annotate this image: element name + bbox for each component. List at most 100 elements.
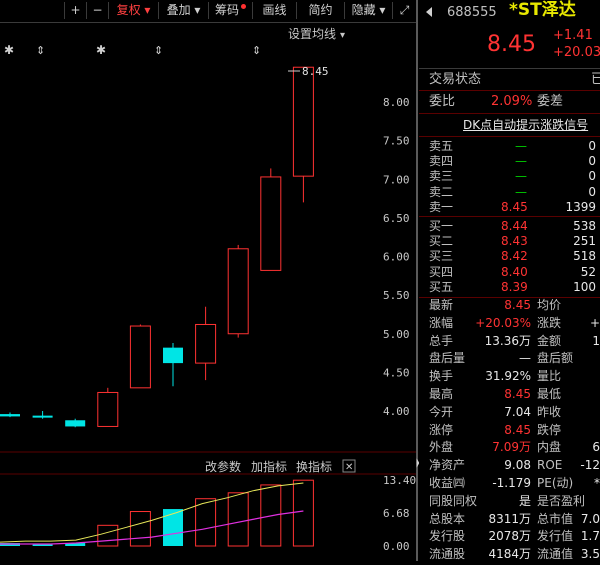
- weibi-value: 2.09%: [491, 94, 533, 109]
- event-star-icon[interactable]: ✱: [4, 43, 14, 57]
- change-params-button[interactable]: 改参数: [205, 459, 241, 474]
- event-arrow-icon[interactable]: ⇕: [154, 44, 163, 57]
- stat-value: 8.45: [504, 387, 531, 401]
- fullscreen-icon[interactable]: ⤢: [392, 2, 416, 19]
- chart-toolbar: + − 复权 ▾ 叠加 ▾ 筹码 画线 简约 隐藏 ▾ ⤢: [0, 0, 416, 23]
- prev-stock-icon[interactable]: [425, 6, 433, 18]
- trading-status-value: 已: [591, 72, 600, 87]
- candle-body: [97, 391, 119, 427]
- price-change-pct: +20.03: [553, 45, 600, 60]
- divider: [419, 216, 600, 217]
- dk-signal-link[interactable]: DK点自动提示涨跌信号: [463, 118, 588, 132]
- stat-value: 是: [518, 493, 531, 508]
- ma-settings-label[interactable]: 设置均线: [288, 27, 336, 41]
- volume-tick-label: 13.40: [383, 474, 416, 487]
- price-tick-label: 6.50: [383, 212, 410, 225]
- stat-label: 流通值: [537, 547, 574, 562]
- quote-panel: 688555 *ST泽达 8.45 +1.41 +20.03 交易状态 已 委比…: [419, 0, 600, 561]
- volume-tick-label: 6.68: [383, 507, 410, 520]
- ask-label: 卖五: [429, 139, 454, 153]
- stat-value: 7.0: [580, 511, 600, 526]
- switch-indicator-button[interactable]: 换指标: [296, 459, 332, 474]
- candle-body: [65, 420, 86, 427]
- stat-label: 金额: [537, 333, 562, 348]
- bid-label: 买一: [429, 219, 454, 233]
- stat-value: 7.04: [504, 404, 531, 419]
- stat-value: 31.92%: [485, 369, 531, 384]
- candles-group: [0, 66, 314, 428]
- add-indicator-button[interactable]: 加指标: [251, 459, 287, 474]
- ask-qty: 0: [588, 139, 596, 153]
- stat-value: +: [589, 315, 600, 330]
- zoom-out-button[interactable]: −: [86, 2, 108, 19]
- candle-body: [163, 347, 183, 364]
- stock-code: 688555: [447, 5, 497, 20]
- bid-label: 买二: [429, 234, 454, 249]
- volume-bar: [292, 479, 314, 547]
- ask-price: —: [515, 139, 527, 153]
- price-tick-label: 7.50: [383, 135, 410, 148]
- stat-value: 3.5: [580, 547, 600, 562]
- stock-name: *ST泽达: [509, 0, 576, 20]
- ask-price: —: [515, 169, 527, 184]
- simple-mode-button[interactable]: 简约: [296, 2, 344, 19]
- bid-price: 8.40: [501, 264, 528, 279]
- last-price: 8.45: [487, 32, 536, 57]
- close-icon: ✕: [345, 462, 353, 473]
- bid-price: 8.43: [501, 234, 528, 249]
- stat-value: -12: [580, 458, 600, 473]
- volume-axis: 13.40 6.68 0.00: [383, 474, 416, 553]
- chips-button[interactable]: 筹码: [208, 2, 252, 19]
- volume-bar: [32, 544, 53, 546]
- stat-label: 涨停: [429, 422, 454, 437]
- stat-value: 13.36万: [484, 333, 531, 348]
- overlay-dropdown[interactable]: 叠加 ▾: [158, 2, 208, 19]
- ma-short-line: [0, 482, 304, 543]
- bid-qty: 518: [573, 249, 596, 264]
- kline-chart[interactable]: 设置均线 ▾ ✱ ⇕ ✱ ⇕ ⇕ 8.00 7.50 7.00 6.50 6.00 5.5…: [0, 22, 416, 561]
- stat-label: 总股本: [429, 511, 466, 526]
- ask-label: 卖二: [429, 184, 454, 199]
- ask-label: 卖三: [429, 169, 454, 184]
- price-marker-label: 8.45: [302, 65, 329, 78]
- stat-value: -1.179: [492, 476, 531, 490]
- stat-label: 是否盈利: [537, 493, 586, 508]
- volume-bar: [227, 492, 249, 547]
- ask-label: 卖一: [429, 199, 454, 214]
- bid-qty: 251: [573, 234, 596, 249]
- event-arrow-icon[interactable]: ⇕: [252, 44, 261, 57]
- ask-qty: 0: [588, 154, 596, 169]
- price-tick-label: 4.50: [383, 366, 410, 379]
- bid-price: 8.42: [501, 249, 528, 264]
- stat-value: 8.45: [504, 422, 531, 437]
- draw-line-button[interactable]: 画线: [252, 2, 296, 19]
- stat-label: 涨幅: [429, 315, 454, 330]
- bid-label: 买五: [429, 279, 454, 294]
- stat-label: 均价: [537, 298, 562, 312]
- stat-label: 盘后额: [537, 351, 574, 366]
- stat-label: 最新: [429, 298, 454, 312]
- bid-qty: 52: [580, 264, 596, 279]
- stat-label: ROE: [537, 458, 563, 473]
- adjust-dropdown[interactable]: 复权 ▾: [108, 2, 158, 19]
- price-tick-label: 5.50: [383, 289, 410, 302]
- stat-label: 涨跌: [537, 315, 562, 330]
- hide-dropdown[interactable]: 隐藏 ▾: [344, 2, 392, 19]
- stat-label: 同股同权: [429, 493, 478, 508]
- bid-label: 买三: [429, 249, 454, 264]
- candle-body: [292, 66, 314, 177]
- candle-body: [260, 176, 282, 271]
- bid-price: 8.39: [501, 279, 528, 294]
- stat-label: 总手: [429, 333, 454, 348]
- stat-label: 发行值: [537, 529, 574, 544]
- divider: [419, 113, 600, 114]
- zoom-in-button[interactable]: +: [64, 2, 86, 19]
- candle-body: [32, 415, 53, 418]
- stat-label: 内盘: [537, 440, 562, 455]
- stat-label: 流通股: [429, 547, 466, 562]
- event-arrow-icon[interactable]: ⇕: [36, 44, 45, 57]
- notification-dot: [241, 4, 246, 9]
- stat-label: 最低: [537, 387, 562, 401]
- panel-divider[interactable]: [416, 0, 418, 561]
- event-star-icon[interactable]: ✱: [96, 43, 106, 57]
